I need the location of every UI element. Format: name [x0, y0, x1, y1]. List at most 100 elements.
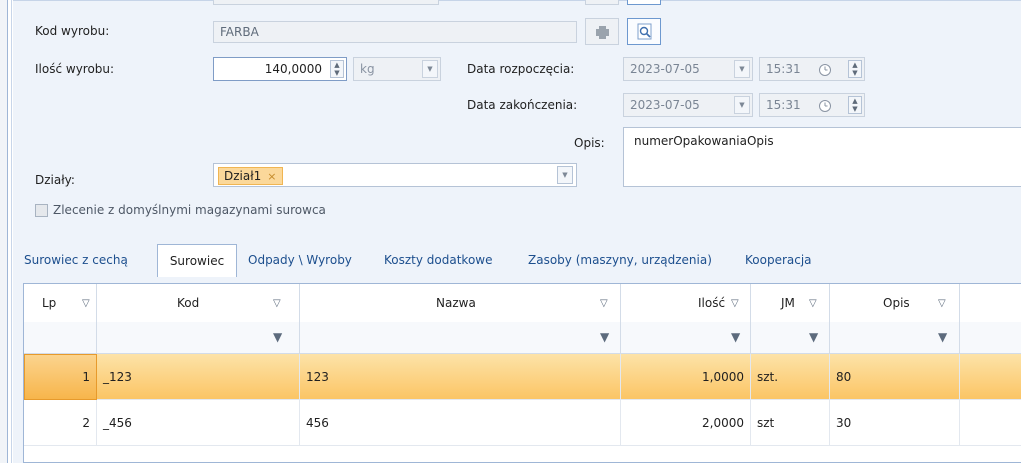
table-row-2-ilosc[interactable]: 2,0000 — [621, 400, 751, 446]
table-row-1-opis[interactable]: 80 — [830, 354, 960, 400]
unit-chevron-down-icon[interactable]: ▼ — [422, 60, 438, 78]
column-header-label: Ilość — [698, 296, 726, 310]
dzialy-label: Działy: — [35, 173, 75, 187]
filter-cell-lp[interactable] — [24, 322, 97, 354]
default-warehouse-checkbox[interactable] — [35, 204, 48, 217]
column-header-label: Opis — [883, 296, 910, 310]
filter-icon[interactable]: ▽ — [600, 298, 608, 309]
dzial-tag[interactable]: Dział1 × — [218, 167, 283, 185]
column-header-lp[interactable]: Lp ▽ — [24, 284, 97, 322]
table-row-2-extra[interactable] — [960, 400, 1021, 446]
filter-icon[interactable]: ▽ — [938, 298, 946, 309]
plus-icon — [596, 26, 609, 39]
filter-icon[interactable]: ▽ — [731, 298, 739, 309]
tab-kooperacja[interactable]: Kooperacja — [745, 244, 812, 276]
cell-value: 1 — [82, 370, 90, 384]
cell-value: szt. — [757, 369, 779, 384]
table-row-2-nazwa[interactable]: 456 — [300, 400, 621, 446]
table-row-1-jm[interactable]: szt. — [751, 354, 830, 400]
table-row-1-lp[interactable]: 1 — [24, 354, 97, 400]
ilosc-wyrobu-label: Ilość wyrobu: — [35, 62, 115, 76]
data-rozpoczecia-time[interactable]: 15:31 ▲ ▼ — [759, 57, 865, 81]
tag-remove-icon[interactable]: × — [267, 170, 276, 183]
materials-grid: Lp ▽ Kod ▽ Nazwa ▽ Ilość ▽ JM ▽ Opis ▽ ▼… — [23, 283, 1021, 463]
kod-wyrobu-field[interactable]: FARBA — [213, 21, 577, 43]
tab-zasoby[interactable]: Zasoby (maszyny, urządzenia) — [528, 244, 712, 276]
cell-value: 1,0000 — [702, 369, 744, 384]
table-row-2-opis[interactable]: 30 — [830, 400, 960, 446]
tab-label: Koszty dodatkowe — [384, 253, 493, 267]
stepper-up-icon[interactable]: ▲ — [849, 97, 861, 105]
table-row-1-kod[interactable]: _123 — [97, 354, 300, 400]
column-header-ilosc[interactable]: Ilość ▽ — [621, 284, 751, 322]
tab-surowiec-z-cecha[interactable]: Surowiec z cechą — [24, 244, 128, 276]
add-button[interactable] — [585, 18, 619, 45]
dzialy-tag-editor[interactable]: Dział1 × ▼ — [213, 163, 577, 187]
kod-wyrobu-label: Kod wyrobu: — [35, 24, 110, 38]
cell-value: _123 — [103, 369, 132, 384]
top-clipped-button-2[interactable] — [627, 0, 661, 5]
opis-textarea[interactable]: numerOpakowaniaOpis — [623, 127, 1021, 187]
ilosc-stepper[interactable]: ▲ ▼ — [330, 60, 344, 78]
column-header-nazwa[interactable]: Nazwa ▽ — [300, 284, 621, 322]
kod-wyrobu-value: FARBA — [220, 25, 259, 39]
opis-label: Opis: — [574, 136, 605, 150]
date-chevron-down-icon[interactable]: ▼ — [734, 96, 750, 114]
filter-cell-nazwa[interactable]: ▼ — [300, 322, 621, 354]
filter-cell-ilosc[interactable]: ▼ — [621, 322, 751, 354]
cell-value: _456 — [103, 415, 132, 430]
unit-select[interactable]: kg ▼ — [353, 57, 441, 81]
time-stepper[interactable]: ▲ ▼ — [848, 96, 862, 114]
stepper-up-icon[interactable]: ▲ — [849, 61, 861, 69]
stepper-up-icon[interactable]: ▲ — [331, 61, 343, 69]
clock-icon — [819, 64, 831, 76]
data-rozpoczecia-date[interactable]: 2023-07-05 ▼ — [623, 57, 753, 81]
filter-icon[interactable]: ▽ — [809, 298, 817, 309]
tab-surowiec[interactable]: Surowiec — [157, 244, 237, 277]
filter-icon[interactable]: ▽ — [82, 298, 90, 309]
stepper-down-icon[interactable]: ▼ — [331, 69, 343, 77]
stepper-down-icon[interactable]: ▼ — [849, 69, 861, 77]
data-zakonczenia-date[interactable]: 2023-07-05 ▼ — [623, 93, 753, 117]
column-header-kod[interactable]: Kod ▽ — [97, 284, 300, 322]
filter-funnel-icon[interactable]: ▼ — [938, 330, 947, 344]
filter-funnel-icon[interactable]: ▼ — [600, 330, 609, 344]
data-zakonczenia-label: Data zakończenia: — [467, 98, 578, 112]
tab-label: Kooperacja — [745, 253, 812, 267]
table-row-2-jm[interactable]: szt — [751, 400, 830, 446]
column-header-jm[interactable]: JM ▽ — [751, 284, 830, 322]
cell-value: 80 — [836, 369, 852, 384]
tab-odpady-wyroby[interactable]: Odpady \ Wyroby — [248, 244, 352, 276]
ilosc-wyrobu-input[interactable]: 140,0000 ▲ ▼ — [213, 57, 347, 81]
dzialy-chevron-down-icon[interactable]: ▼ — [557, 166, 573, 184]
data-zakonczenia-time[interactable]: 15:31 ▲ ▼ — [759, 93, 865, 117]
table-row-1-ilosc[interactable]: 1,0000 — [621, 354, 751, 400]
table-row-1-extra[interactable] — [960, 354, 1021, 400]
stepper-down-icon[interactable]: ▼ — [849, 105, 861, 113]
time-stepper[interactable]: ▲ ▼ — [848, 60, 862, 78]
filter-cell-jm[interactable]: ▼ — [751, 322, 830, 354]
filter-icon[interactable]: ▽ — [273, 298, 281, 309]
filter-funnel-icon[interactable]: ▼ — [809, 330, 818, 344]
table-row-2-lp[interactable]: 2 — [24, 400, 97, 446]
table-row-1-nazwa[interactable]: 123 — [300, 354, 621, 400]
filter-cell-kod[interactable]: ▼ — [97, 322, 300, 354]
column-header-opis[interactable]: Opis ▽ — [830, 284, 960, 322]
cell-value: 123 — [306, 369, 329, 384]
filter-cell-opis[interactable]: ▼ — [830, 322, 960, 354]
top-clipped-button[interactable] — [585, 0, 619, 5]
top-clipped-field[interactable] — [213, 0, 439, 5]
tab-koszty-dodatkowe[interactable]: Koszty dodatkowe — [384, 244, 492, 276]
cell-value: 2,0000 — [702, 415, 744, 430]
table-row-2-kod[interactable]: _456 — [97, 400, 300, 446]
filter-funnel-icon[interactable]: ▼ — [273, 330, 282, 344]
cell-value: szt — [757, 415, 775, 430]
clock-icon — [819, 100, 831, 112]
filter-funnel-icon[interactable]: ▼ — [731, 330, 740, 344]
column-header-label: Lp — [42, 296, 57, 310]
search-button[interactable] — [627, 18, 661, 45]
date-chevron-down-icon[interactable]: ▼ — [734, 60, 750, 78]
left-window-edge — [0, 0, 8, 463]
column-header-label: Kod — [177, 296, 200, 310]
tab-label: Surowiec — [169, 254, 225, 268]
